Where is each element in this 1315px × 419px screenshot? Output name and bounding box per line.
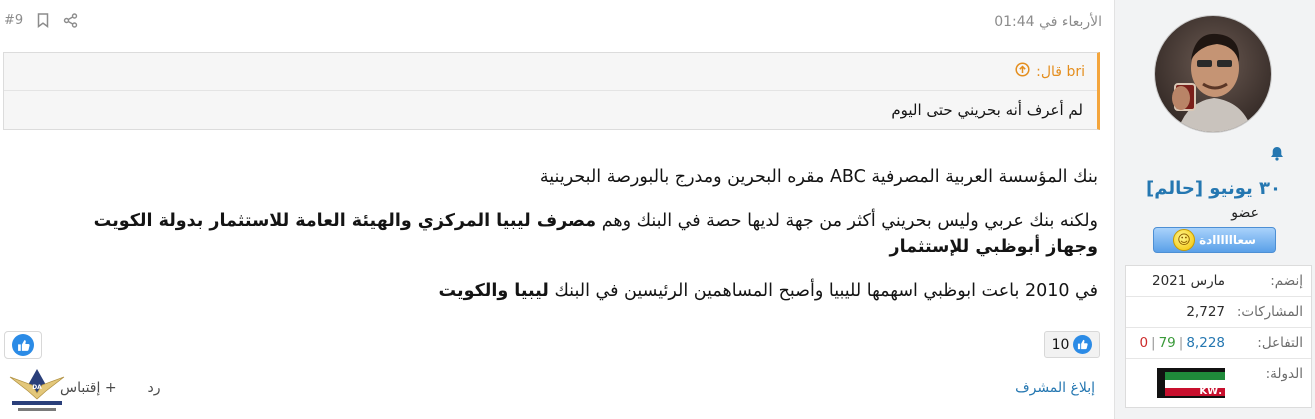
- post-paragraph-3-bold: ليبيا والكويت: [438, 281, 549, 301]
- stat-country-label: الدولة:: [1265, 366, 1303, 382]
- reactions-positive: 8,228: [1186, 335, 1225, 351]
- user-banner-text: سعاااااادة: [1199, 233, 1256, 247]
- post-paragraph-2: ولكنه بنك عربي وليس بحريني أكثر من جهة ل…: [38, 208, 1098, 260]
- user-title: عضو: [1231, 205, 1259, 221]
- avatar[interactable]: [1154, 15, 1272, 133]
- stat-joined-value: مارس 2021: [1152, 273, 1225, 289]
- quote-reply-actions: رد + إقتباس: [60, 380, 160, 396]
- quote-author[interactable]: bri قال:: [1036, 64, 1085, 80]
- stat-joined-label: إنضم:: [1270, 273, 1303, 289]
- share-icon[interactable]: [63, 13, 78, 28]
- stat-joined: إنضم: مارس 2021: [1126, 266, 1311, 297]
- svg-text:DA: DA: [32, 384, 42, 391]
- smiley-icon: ☺: [1173, 229, 1196, 251]
- flag-stripe-green: [1165, 372, 1225, 380]
- bookmark-icon[interactable]: [37, 13, 49, 28]
- report-button[interactable]: إبلاغ المشرف: [1015, 380, 1095, 396]
- flag-label: .KW: [1199, 386, 1222, 397]
- post-number[interactable]: #9: [4, 13, 23, 28]
- quote-action-button[interactable]: + إقتباس: [60, 380, 117, 396]
- reactions-separator: |: [1151, 335, 1156, 351]
- post-paragraph-1: بنك المؤسسة العربية المصرفية ABC مقره ال…: [539, 167, 1098, 187]
- post-content: بنك المؤسسة العربية المصرفية ABC مقره ال…: [38, 164, 1098, 322]
- post-paragraph-2-text: ولكنه بنك عربي وليس بحريني أكثر من جهة ل…: [596, 211, 1098, 231]
- stat-country: الدولة: .KW: [1126, 359, 1311, 407]
- username[interactable]: ٣٠ يونيو [حالم]: [1146, 178, 1281, 199]
- post-actions-top: #9: [4, 13, 78, 28]
- post-meta: #9 الأربعاء في 01:44: [0, 0, 1102, 44]
- quote-block: bri قال: لم أعرف أنه بحريني حتى اليوم: [3, 52, 1100, 130]
- stat-posts-label: المشاركات:: [1236, 304, 1303, 320]
- quote-text: لم أعرف أنه بحريني حتى اليوم: [891, 101, 1083, 119]
- user-banner: سعاااااادة ☺: [1153, 227, 1276, 253]
- reactions-negative: 0: [1139, 335, 1149, 351]
- reactions-neutral: 79: [1158, 335, 1176, 351]
- kuwait-flag-icon: .KW: [1157, 368, 1225, 398]
- reaction-summary[interactable]: 10: [1044, 331, 1100, 358]
- reactions-separator: |: [1178, 335, 1184, 351]
- like-button[interactable]: [4, 331, 42, 359]
- post-main: #9 الأربعاء في 01:44 bri قال: لم أعرف أن…: [0, 0, 1110, 419]
- thumbs-up-icon: [1073, 335, 1093, 354]
- thumbs-up-icon: [12, 334, 34, 356]
- stat-reactions-value: 8,228|79|0: [1134, 335, 1225, 351]
- stat-posts-value[interactable]: 2,727: [1134, 304, 1225, 320]
- reaction-count: 10: [1051, 336, 1070, 353]
- post-paragraph-3: في 2010 باعت ابوظبي اسهمها لليبيا وأصبح …: [38, 278, 1098, 304]
- post-paragraph-3-text: في 2010 باعت ابوظبي اسهمها لليبيا وأصبح …: [548, 281, 1098, 301]
- stat-country-value: .KW: [1134, 366, 1225, 398]
- post-date[interactable]: الأربعاء في 01:44: [994, 14, 1102, 30]
- stat-reactions-label: التفاعل:: [1257, 335, 1303, 351]
- stat-reactions: التفاعل: 8,228|79|0: [1126, 328, 1311, 359]
- bell-icon[interactable]: [1270, 146, 1284, 165]
- quote-header[interactable]: bri قال:: [4, 53, 1097, 91]
- reply-button[interactable]: رد: [147, 380, 160, 396]
- stat-posts: المشاركات: 2,727: [1126, 297, 1311, 328]
- user-sidebar: ٣٠ يونيو [حالم] عضو سعاااااادة ☺ إنضم: م…: [1114, 0, 1315, 419]
- arrow-up-circle-icon[interactable]: [1015, 62, 1030, 81]
- user-stats: إنضم: مارس 2021 المشاركات: 2,727 التفاعل…: [1125, 265, 1312, 408]
